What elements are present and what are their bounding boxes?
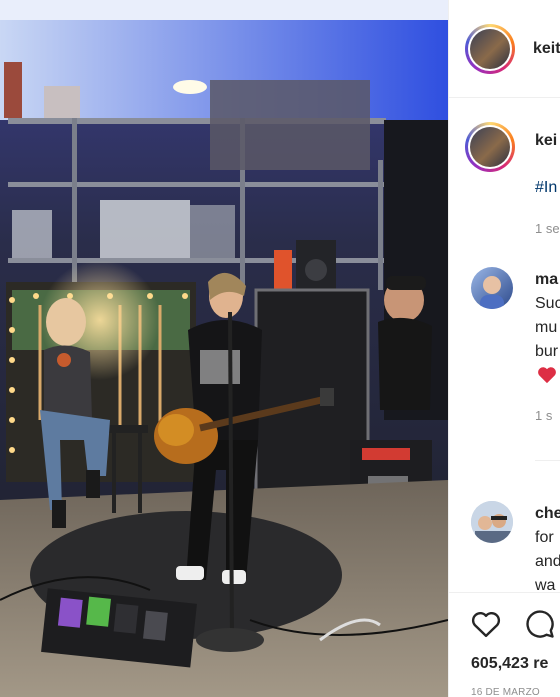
caption-avatar-inner (468, 125, 512, 169)
replies-line (535, 460, 560, 461)
likes-count[interactable]: 605,423 re (471, 655, 548, 673)
author-avatar-inner (468, 27, 512, 71)
red-heart-emoji-icon (538, 367, 556, 384)
post-side-panel: keit kei #In 1 se ma Suc mu bur 1 s che … (448, 0, 560, 697)
comment-avatar-image (471, 501, 513, 543)
caption-timestamp: 1 se (535, 221, 560, 236)
post-date: 16 DE MARZO (471, 687, 540, 697)
heart-outline-icon[interactable] (471, 610, 501, 638)
comment-username[interactable]: che (535, 505, 560, 523)
author-avatar[interactable] (465, 24, 515, 74)
post-video-frame (0, 0, 448, 697)
caption-username[interactable]: kei (535, 132, 557, 150)
header-username[interactable]: keit (533, 40, 560, 58)
caption-author-avatar[interactable] (465, 122, 515, 172)
comment-text-line: Suc (535, 295, 560, 312)
comment-avatar-image (480, 276, 504, 309)
comment-bubble-icon[interactable] (525, 609, 555, 639)
post-media-video[interactable] (0, 0, 448, 697)
caption-hashtag[interactable]: #In (535, 179, 557, 197)
comment-text-line: mu (535, 319, 558, 336)
caption-avatar-image (470, 127, 510, 167)
comment-username[interactable]: ma (535, 271, 558, 289)
author-avatar-image (470, 29, 510, 69)
comment-avatar[interactable] (471, 501, 513, 543)
header-divider (449, 97, 560, 98)
comment-text-line: and (535, 553, 560, 570)
comment-timestamp: 1 s (535, 408, 553, 423)
comment-text-line: for (535, 529, 554, 546)
comment-text-line: bur (535, 343, 559, 360)
comment-avatar[interactable] (471, 267, 513, 309)
